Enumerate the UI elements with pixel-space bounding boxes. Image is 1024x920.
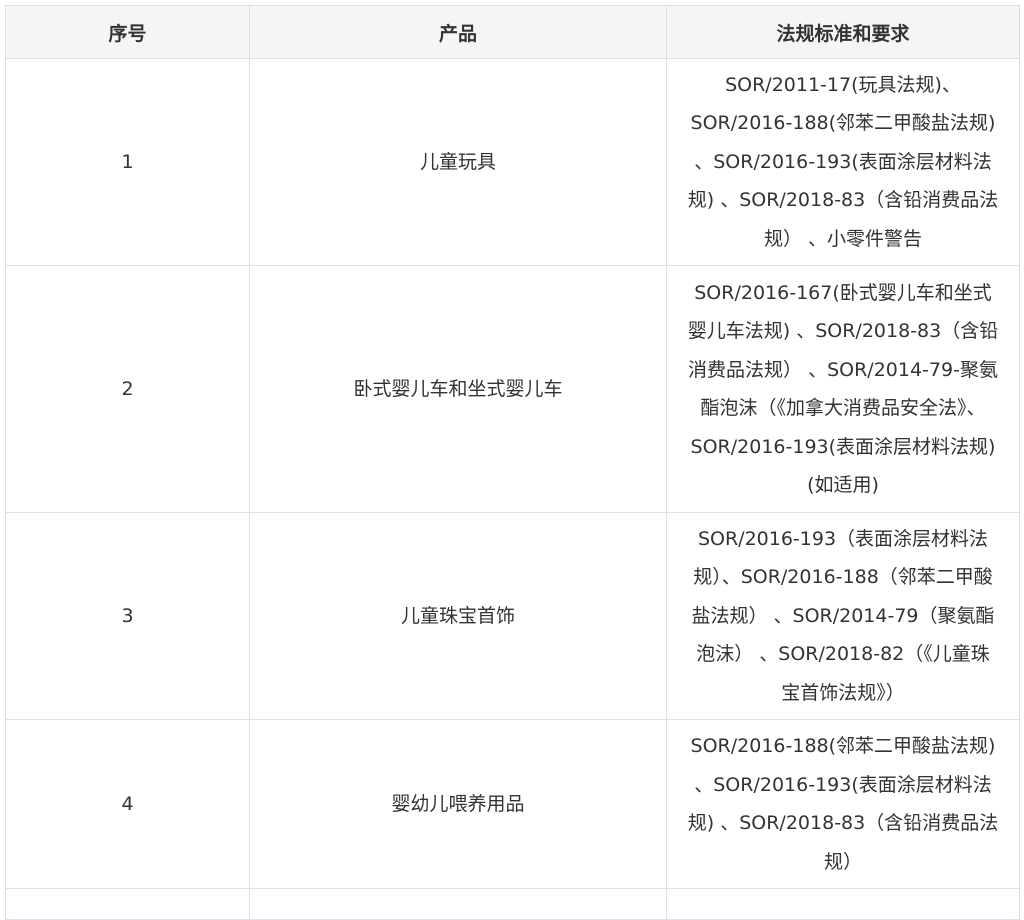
cell-serial-number: 3 (5, 512, 250, 720)
cell-empty (249, 888, 667, 920)
table-header-row: 序号 产品 法规标准和要求 (5, 5, 1020, 59)
table-row: 2 卧式婴儿车和坐式婴儿车 SOR/2016-167(卧式婴儿车和坐式婴儿车法规… (5, 265, 1020, 513)
cell-empty (666, 888, 1020, 920)
table-row-partial (5, 888, 1020, 920)
cell-product: 儿童珠宝首饰 (249, 512, 667, 720)
cell-regulations: SOR/2011-17(玩具法规)、SOR/2016-188(邻苯二甲酸盐法规)… (666, 58, 1020, 266)
cell-empty (5, 888, 250, 920)
table-row: 3 儿童珠宝首饰 SOR/2016-193（表面涂层材料法规）、SOR/2016… (5, 512, 1020, 720)
cell-regulations: SOR/2016-167(卧式婴儿车和坐式婴儿车法规) 、SOR/2018-83… (666, 265, 1020, 513)
table-row: 4 婴幼儿喂养用品 SOR/2016-188(邻苯二甲酸盐法规) 、SOR/20… (5, 719, 1020, 889)
cell-serial-number: 2 (5, 265, 250, 513)
table-row: 1 儿童玩具 SOR/2011-17(玩具法规)、SOR/2016-188(邻苯… (5, 58, 1020, 266)
header-regulations: 法规标准和要求 (666, 5, 1020, 59)
cell-regulations: SOR/2016-188(邻苯二甲酸盐法规) 、SOR/2016-193(表面涂… (666, 719, 1020, 889)
header-product: 产品 (249, 5, 667, 59)
cell-product: 婴幼儿喂养用品 (249, 719, 667, 889)
cell-serial-number: 4 (5, 719, 250, 889)
cell-product: 儿童玩具 (249, 58, 667, 266)
cell-serial-number: 1 (5, 58, 250, 266)
cell-regulations: SOR/2016-193（表面涂层材料法规）、SOR/2016-188（邻苯二甲… (666, 512, 1020, 720)
header-serial-number: 序号 (5, 5, 250, 59)
regulations-table-container: 序号 产品 法规标准和要求 1 儿童玩具 SOR/2011-17(玩具法规)、S… (5, 5, 1020, 920)
cell-product: 卧式婴儿车和坐式婴儿车 (249, 265, 667, 513)
regulations-table: 序号 产品 法规标准和要求 1 儿童玩具 SOR/2011-17(玩具法规)、S… (5, 5, 1020, 920)
